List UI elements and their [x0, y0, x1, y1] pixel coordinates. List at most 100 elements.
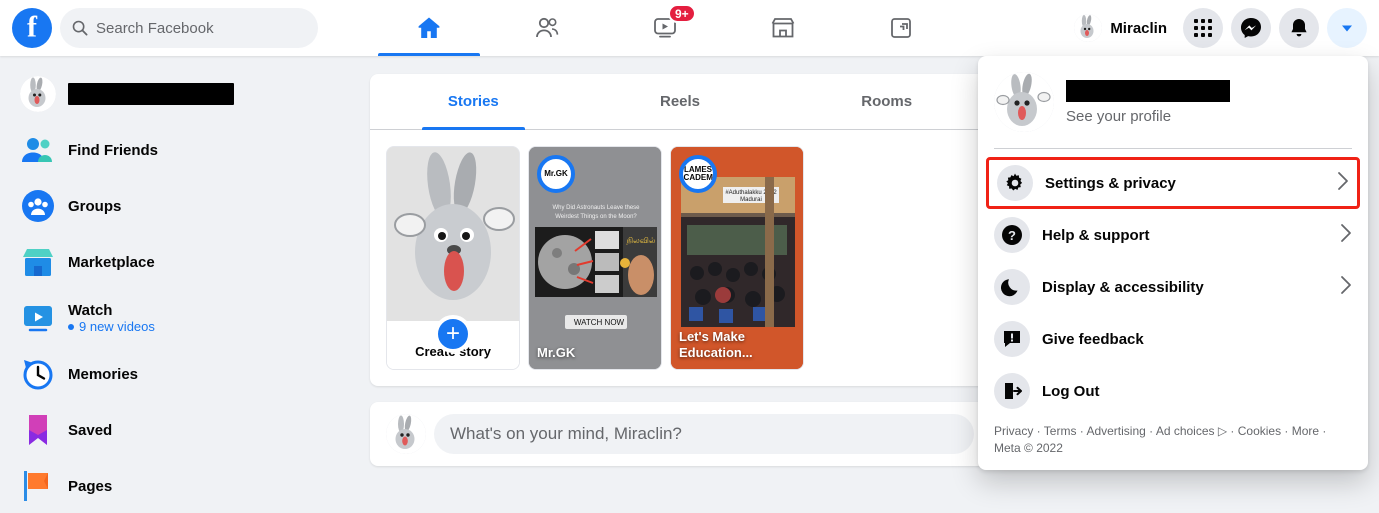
dropdown-item-settings-privacy[interactable]: Settings & privacy: [986, 157, 1360, 209]
tab-rooms[interactable]: Rooms: [783, 74, 990, 129]
account-dropdown-menu: See your profile Settings & privacy ? He…: [978, 56, 1368, 470]
dropdown-item-display-accessibility[interactable]: Display & accessibility: [986, 261, 1360, 313]
sidebar-item-label: Marketplace: [68, 253, 155, 271]
story-ring-label: LAMES ACADEMY: [679, 165, 717, 182]
watch-badge: 9+: [668, 4, 696, 23]
groups-icon: [891, 18, 911, 38]
sidebar-item-profile[interactable]: [8, 66, 352, 122]
sidebar-item-pages[interactable]: Pages: [8, 458, 352, 513]
dropdown-item-help-support[interactable]: ? Help & support: [986, 209, 1360, 261]
messenger-button[interactable]: [1231, 8, 1271, 48]
chevron-right-icon: [1340, 223, 1352, 248]
dropdown-item-give-feedback[interactable]: Give feedback: [986, 313, 1360, 365]
stories-card: Stories Reels Rooms + Create story Why D…: [370, 74, 990, 386]
story-card[interactable]: #Aduthalakku 2022 Madurai LAMES ACADEMY …: [670, 146, 804, 370]
nav-item-marketplace[interactable]: [724, 0, 842, 56]
account-dropdown-button[interactable]: [1327, 8, 1367, 48]
saved-icon: [29, 415, 47, 445]
feed-tabs: Stories Reels Rooms: [370, 74, 990, 130]
sidebar-item-label: Find Friends: [68, 141, 158, 159]
feedback-icon: [994, 321, 1030, 357]
facebook-logo-icon[interactable]: [12, 8, 52, 48]
tab-reels[interactable]: Reels: [577, 74, 784, 129]
dropdown-item-label: Settings & privacy: [1045, 174, 1176, 192]
svg-text:?: ?: [1008, 228, 1016, 243]
story-label: Mr.GK: [537, 344, 576, 360]
svg-text:Weirdest Things on the Moon?: Weirdest Things on the Moon?: [555, 214, 637, 220]
sidebar-item-label: Saved: [68, 421, 113, 439]
nav-item-groups[interactable]: [842, 0, 960, 56]
dropdown-item-label: Log Out: [1042, 382, 1100, 400]
left-sidebar: Find Friends Groups Marketplace Watch 9 …: [0, 56, 360, 513]
stories-row: + Create story Why Did Astronauts Leave …: [370, 130, 990, 386]
bunny-avatar-icon: [994, 72, 1054, 132]
top-navigation-bar: Search Facebook: [0, 0, 1379, 56]
svg-text:நிலவில்: நிலவில்: [626, 236, 655, 245]
new-videos-dot-icon: [68, 323, 74, 330]
story-label: Let's Make Education...: [679, 328, 753, 360]
create-story-card[interactable]: + Create story: [386, 146, 520, 370]
sidebar-item-label: Watch: [68, 302, 113, 319]
watch-icon: [24, 306, 52, 332]
pages-icon: [24, 471, 48, 501]
tab-label: Reels: [659, 93, 701, 110]
topbar-nav-tabs: 9+: [370, 0, 960, 56]
profile-chip[interactable]: Miraclin: [1070, 10, 1175, 46]
avatar: [20, 76, 56, 112]
tab-label: Stories: [447, 93, 499, 110]
bunny-avatar-icon: [1074, 14, 1103, 42]
nav-item-watch[interactable]: 9+: [606, 0, 724, 56]
topbar-left-section: Search Facebook: [0, 8, 318, 48]
dropdown-item-label: Display & accessibility: [1042, 278, 1204, 296]
marketplace-icon: [23, 249, 53, 276]
tab-stories[interactable]: Stories: [370, 74, 577, 130]
dropdown-footer-links[interactable]: Privacy · Terms · Advertising · Ad choic…: [986, 417, 1360, 462]
bunny-avatar-icon: [386, 414, 426, 454]
nav-item-home[interactable]: [370, 0, 488, 56]
grid-menu-icon: [1194, 19, 1212, 37]
sidebar-item-find-friends[interactable]: Find Friends: [8, 122, 352, 178]
create-story-plus-icon[interactable]: +: [434, 315, 472, 353]
dropdown-item-log-out[interactable]: Log Out: [986, 365, 1360, 417]
search-icon: [72, 20, 88, 36]
dropdown-divider: [994, 148, 1352, 149]
sidebar-item-watch[interactable]: Watch 9 new videos: [8, 290, 352, 346]
menu-button[interactable]: [1183, 8, 1223, 48]
chevron-down-icon: [1342, 25, 1352, 32]
dropdown-item-label: Help & support: [1042, 226, 1150, 244]
help-icon: ?: [994, 217, 1030, 253]
avatar: [1074, 14, 1103, 42]
sidebar-item-saved[interactable]: Saved: [8, 402, 352, 458]
find-friends-icon: [22, 138, 52, 162]
svg-text:Why Did Astronauts Leave these: Why Did Astronauts Leave these: [552, 205, 640, 211]
composer-placeholder-text: What's on your mind, Miraclin?: [450, 424, 682, 443]
sidebar-item-groups[interactable]: Groups: [8, 178, 352, 234]
home-icon: [418, 17, 440, 38]
story-ring-label: Mr.GK: [544, 169, 568, 178]
chevron-right-icon: [1337, 171, 1349, 196]
profile-name-redacted: [68, 83, 234, 105]
notifications-button[interactable]: [1279, 8, 1319, 48]
status-composer: What's on your mind, Miraclin?: [370, 402, 990, 466]
avatar: [994, 72, 1054, 132]
groups-icon: [22, 190, 54, 222]
sidebar-item-memories[interactable]: Memories: [8, 346, 352, 402]
story-author-ring: Mr.GK: [537, 155, 575, 193]
logout-icon: [994, 373, 1030, 409]
story-card[interactable]: Why Did Astronauts Leave these Weirdest …: [528, 146, 662, 370]
memories-icon: [23, 360, 53, 390]
post-composer-input[interactable]: What's on your mind, Miraclin?: [434, 414, 974, 454]
sidebar-item-marketplace[interactable]: Marketplace: [8, 234, 352, 290]
dropdown-profile-name-redacted: [1066, 79, 1230, 102]
search-input[interactable]: Search Facebook: [60, 8, 318, 48]
nav-item-friends[interactable]: [488, 0, 606, 56]
sidebar-item-sublabel: 9 new videos: [79, 319, 155, 334]
messenger-icon: [1241, 18, 1261, 38]
dropdown-profile-text: See your profile: [1066, 79, 1230, 125]
avatar: [386, 414, 426, 454]
facebook-page: Search Facebook: [0, 0, 1379, 513]
friends-icon: [536, 17, 559, 38]
svg-text:WATCH NOW: WATCH NOW: [574, 318, 625, 327]
gear-icon: [997, 165, 1033, 201]
dropdown-profile-row[interactable]: See your profile: [986, 64, 1360, 144]
